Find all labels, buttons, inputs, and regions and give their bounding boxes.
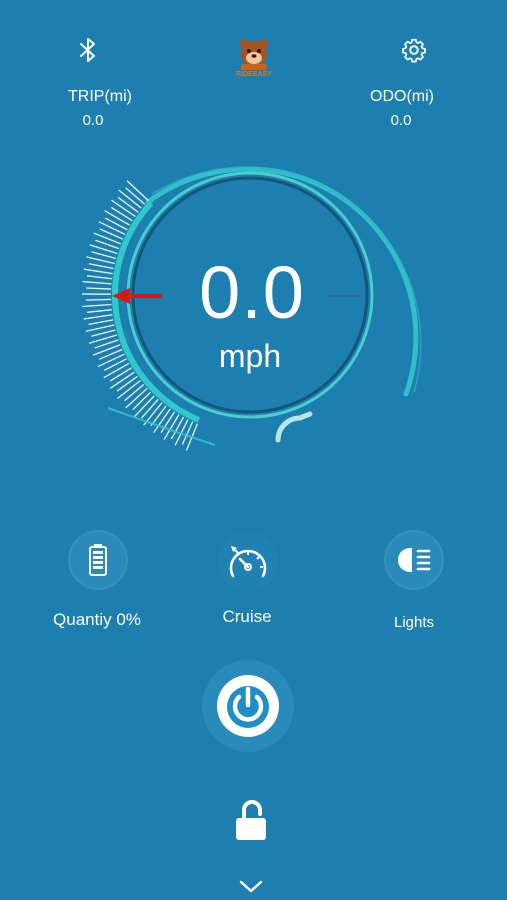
- gauge-tick: [110, 199, 136, 218]
- battery-label: Quantiy 0%: [53, 610, 141, 629]
- gauge-tick: [125, 187, 146, 205]
- gauge-tick: [98, 221, 126, 235]
- gauge-tick: [91, 251, 117, 260]
- gauge-tick: [87, 275, 113, 280]
- cruise-label: Cruise: [222, 607, 272, 626]
- gauge-tick: [93, 232, 122, 245]
- power-button[interactable]: [202, 660, 294, 752]
- gauge-tick: [181, 421, 194, 445]
- lights-button[interactable]: [384, 530, 444, 590]
- gauge-tick: [104, 210, 131, 226]
- gauge-tick: [109, 367, 132, 382]
- gauge-tick: [97, 353, 125, 368]
- gauge-tick: [91, 329, 116, 337]
- speed-unit: mph: [218, 338, 282, 374]
- lights-label: Lights: [393, 614, 435, 631]
- gauge-tick: [86, 287, 112, 290]
- unlock-button[interactable]: [228, 796, 274, 844]
- gauge-tick: [88, 319, 114, 326]
- gauge-tick: [83, 268, 113, 275]
- gauge-tick: [132, 391, 152, 411]
- gauge-tick: [85, 324, 115, 332]
- odo-value: 0.0: [390, 112, 412, 129]
- gauge-tick: [103, 362, 130, 379]
- gauge-tick: [124, 384, 145, 402]
- gauge-tick: [141, 398, 159, 419]
- gauge-tick: [82, 303, 112, 308]
- gauge-tick: [86, 309, 112, 313]
- chevron-down-icon[interactable]: [236, 876, 266, 896]
- unlocked-padlock-icon: [236, 800, 266, 840]
- battery-button[interactable]: [68, 530, 128, 590]
- gauge-tick: [170, 416, 185, 440]
- headlight-icon: [398, 548, 431, 572]
- odo-label: ODO(mi): [370, 88, 434, 105]
- gauge-tick: [83, 314, 113, 320]
- gauge-tick: [86, 256, 115, 265]
- gauge-tick: [117, 196, 139, 213]
- app-logo-text: RIDEEASY: [236, 71, 272, 78]
- app-logo: RIDEEASY: [229, 34, 279, 82]
- power-icon: [227, 686, 269, 728]
- gauge-tick: [163, 414, 180, 440]
- cruise-speedometer-icon: [229, 546, 267, 578]
- gauge-tick: [116, 375, 138, 392]
- trip-value: 0.0: [82, 112, 104, 129]
- gauge-tick: [104, 217, 128, 231]
- gauge-tick: [110, 206, 133, 222]
- gauge-tick: [92, 344, 121, 356]
- bluetooth-icon[interactable]: [72, 34, 104, 66]
- gauge-tick: [109, 371, 135, 389]
- trip-label: TRIP(mi): [68, 88, 132, 105]
- speed-value: 0.0: [199, 251, 305, 334]
- gauge-tick: [150, 405, 167, 427]
- gauge-tick: [88, 263, 114, 270]
- settings-gear-icon[interactable]: [398, 34, 430, 66]
- gauge-tick: [86, 298, 112, 301]
- gauge-tick: [104, 358, 127, 371]
- cruise-button[interactable]: [218, 532, 278, 592]
- gauge-tick: [82, 280, 112, 285]
- battery-icon: [89, 544, 107, 576]
